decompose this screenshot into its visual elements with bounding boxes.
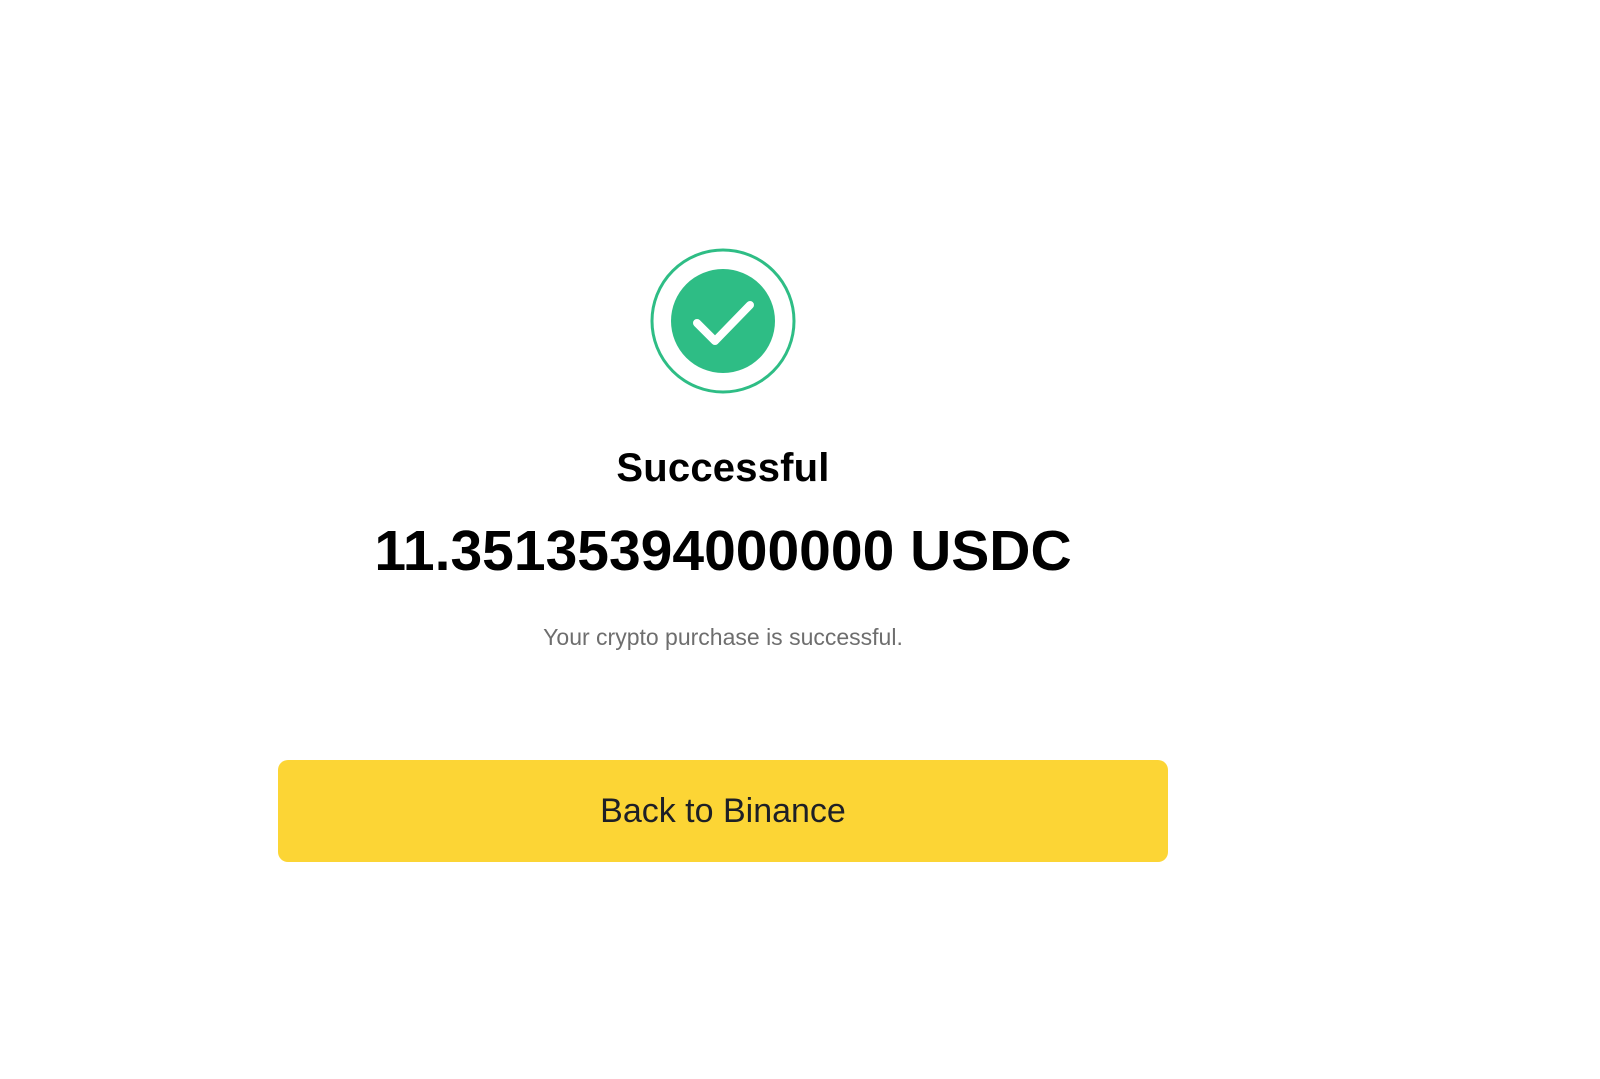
status-message: Your crypto purchase is successful. (543, 624, 903, 650)
page: Successful 11.35135394000000 USDC Your c… (0, 0, 1600, 1079)
success-panel: Successful 11.35135394000000 USDC Your c… (278, 0, 1168, 1079)
status-title: Successful (616, 446, 830, 490)
check-circle-icon (649, 247, 797, 395)
back-to-binance-button[interactable]: Back to Binance (278, 760, 1168, 862)
purchase-amount: 11.35135394000000 USDC (374, 519, 1072, 583)
